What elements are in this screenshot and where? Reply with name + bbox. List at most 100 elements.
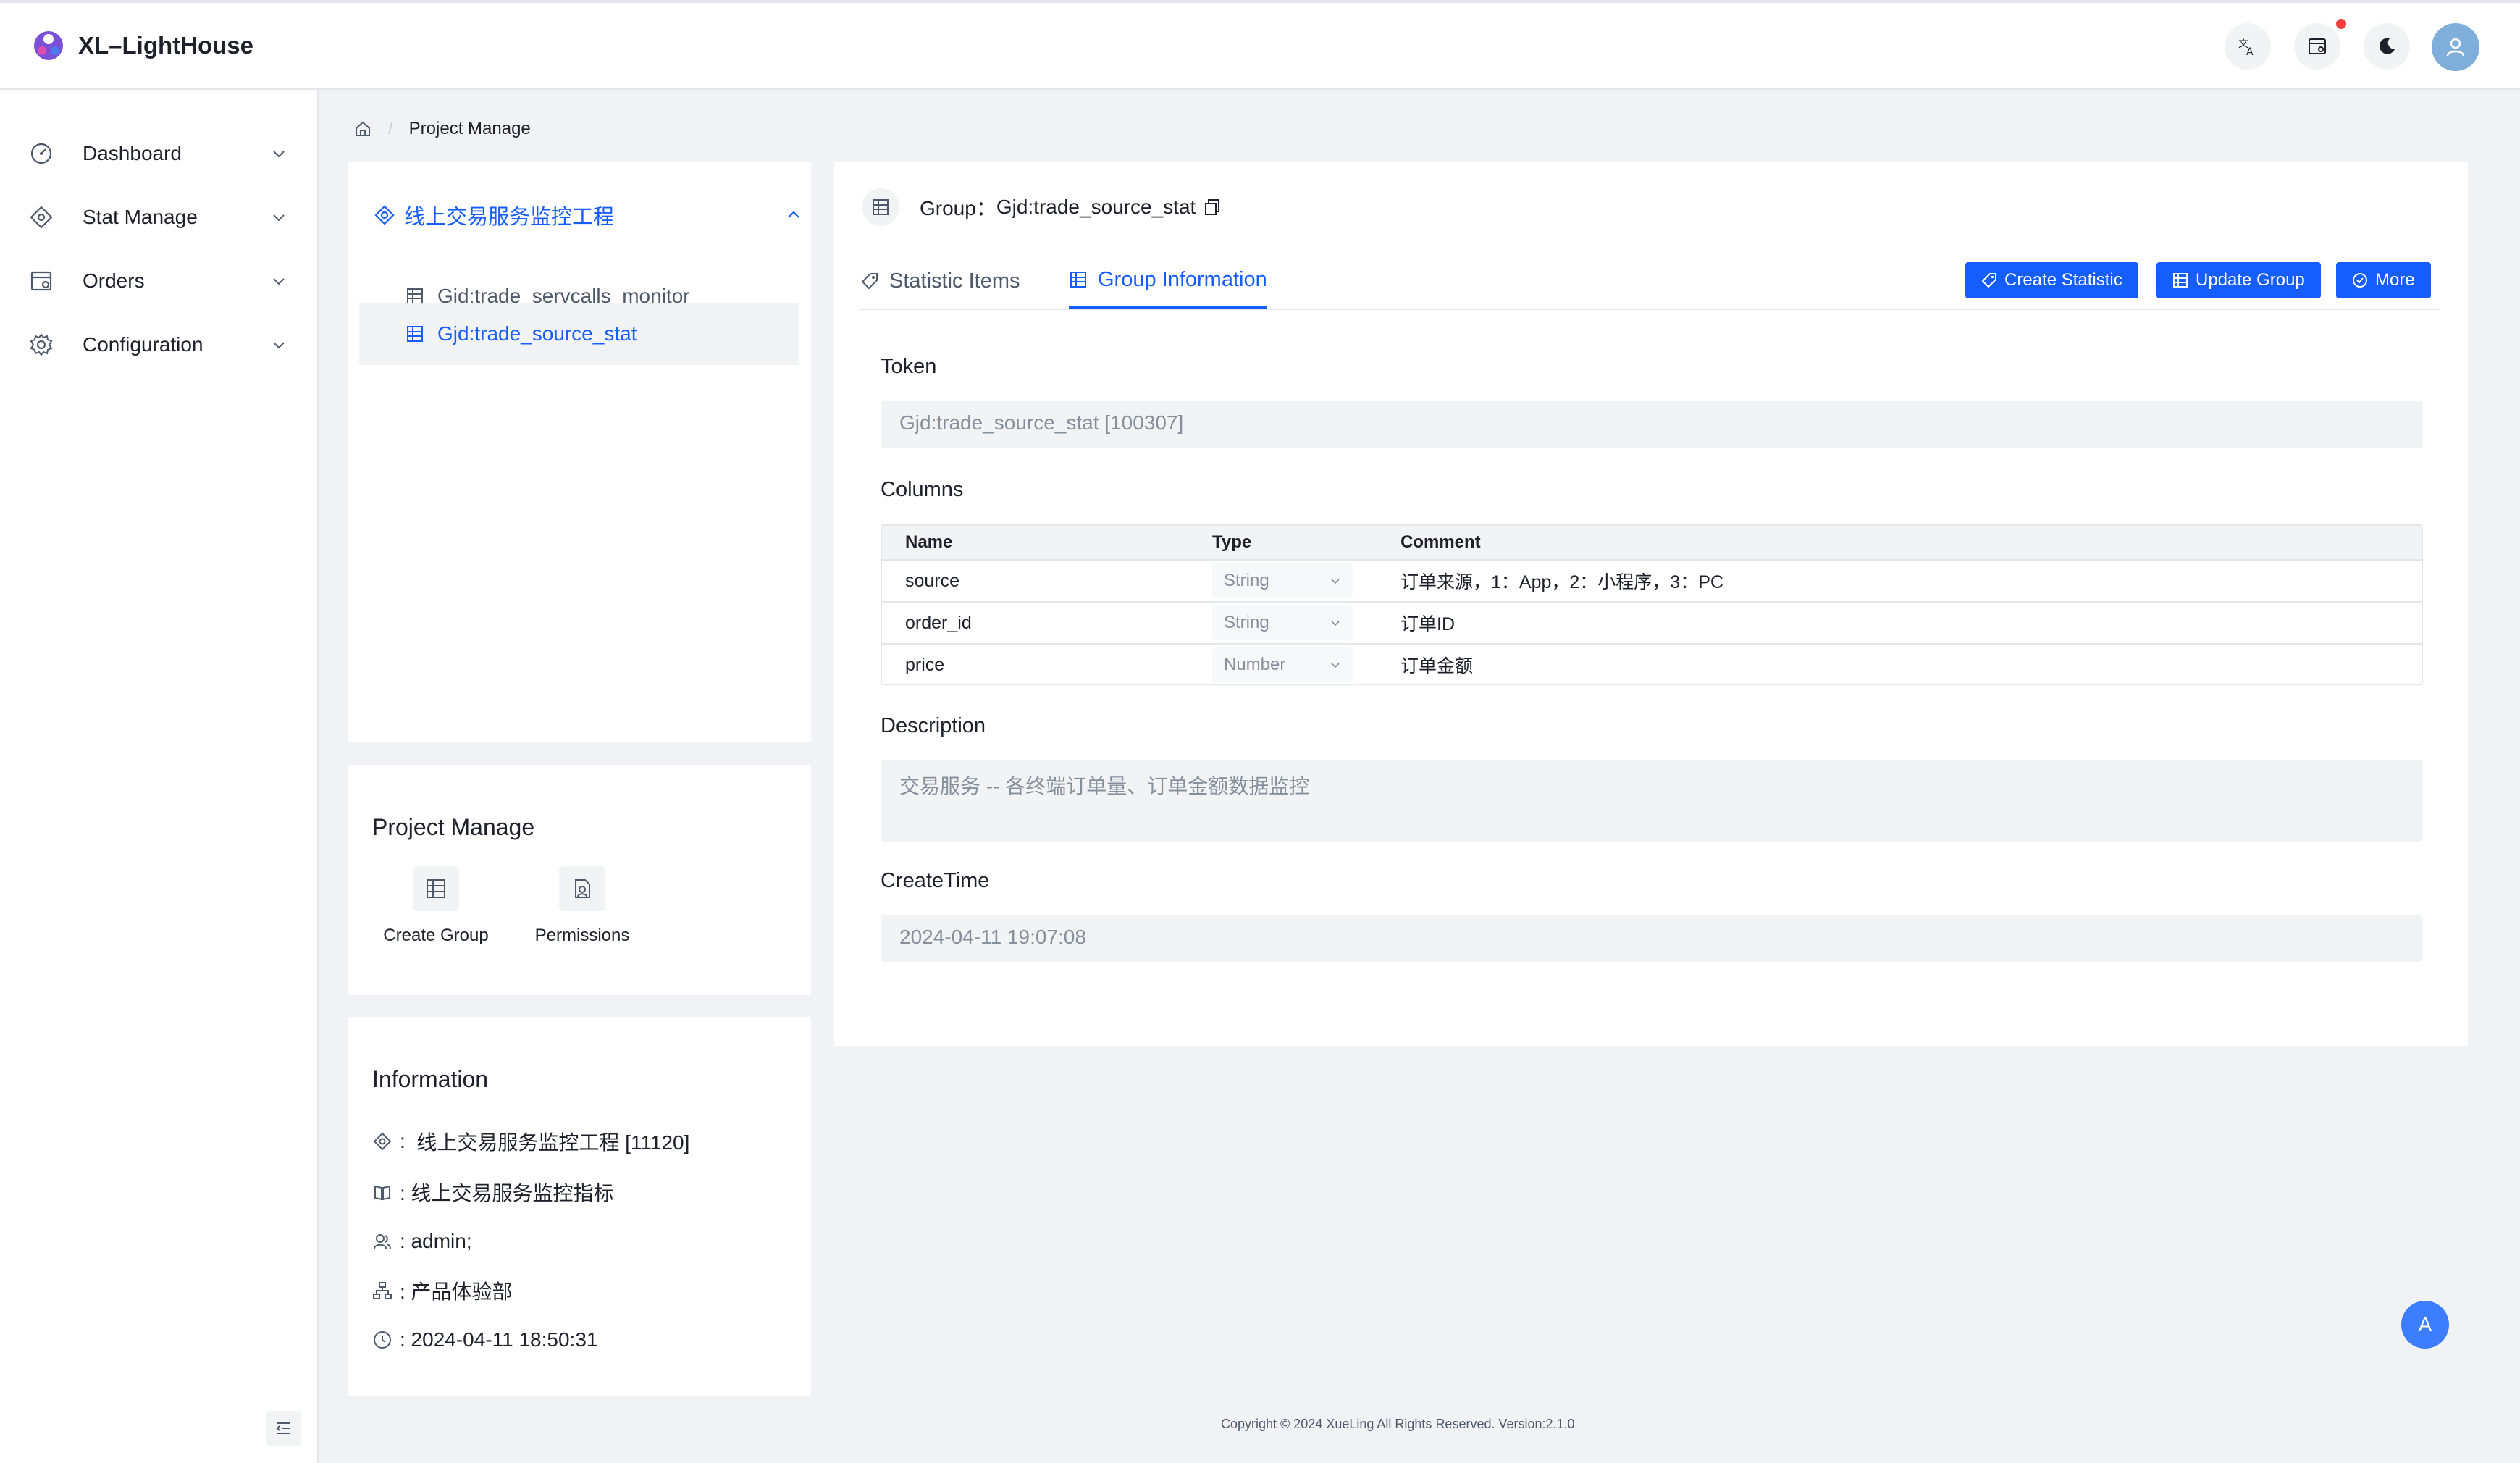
columns-table: Name Type Comment source String 订单来源，1：A…	[881, 524, 2423, 685]
column-type-select[interactable]: String	[1212, 563, 1353, 598]
table-icon	[407, 326, 423, 342]
org-chart-icon	[373, 1282, 392, 1299]
sidebar-item-stat-manage[interactable]: Stat Manage	[0, 188, 319, 246]
app-title: XL–LightHouse	[78, 32, 254, 59]
table-row: order_id String 订单ID	[882, 601, 2422, 643]
sidebar-item-configuration[interactable]: Configuration	[0, 316, 319, 374]
notification-icon	[2309, 38, 2326, 54]
table-icon	[1070, 272, 1086, 288]
create-statistic-label: Create Statistic	[2004, 270, 2122, 290]
project-manage-title: Project Manage	[372, 814, 535, 840]
tree-root-project[interactable]: 线上交易服务监控工程	[374, 183, 799, 248]
column-name: source	[905, 570, 960, 591]
group-detail-panel: Group： Gjd:trade_source_stat Statistic I…	[834, 162, 2468, 1046]
table-icon	[873, 199, 889, 215]
table-row: source String 订单来源，1：App，2：小程序，3：PC	[882, 559, 2422, 601]
column-type-select[interactable]: Number	[1212, 647, 1353, 682]
chevron-down-icon	[1331, 579, 1340, 584]
top-header: XL–LightHouse 文A	[0, 0, 2520, 90]
token-field[interactable]: Gjd:trade_source_stat [100307]	[881, 401, 2423, 448]
token-label: Token	[881, 355, 937, 378]
info-admins-row: : admin;	[372, 1227, 472, 1256]
translate-icon: 文A	[2238, 38, 2254, 58]
column-header-name: Name	[905, 532, 953, 552]
tag-icon	[1981, 273, 1996, 288]
home-icon[interactable]	[353, 120, 372, 138]
tree-item-label: Gjd:trade_source_stat	[437, 322, 637, 345]
sidebar-item-orders[interactable]: Orders	[0, 252, 319, 310]
stat-icon	[30, 206, 53, 229]
project-tree-panel: 线上交易服务监控工程 Gjd:trade_servcalls_monitor G…	[348, 162, 811, 742]
tab-statistic-items[interactable]: Statistic Items	[860, 253, 1020, 309]
orders-icon	[30, 271, 52, 291]
tab-label: Statistic Items	[889, 269, 1020, 293]
dashboard-icon	[30, 143, 52, 164]
breadcrumb: / Project Manage	[353, 119, 531, 139]
floating-action-button[interactable]: A	[2401, 1301, 2449, 1349]
column-comment: 订单来源，1：App，2：小程序，3：PC	[1400, 572, 1723, 592]
tree-item-group-selected[interactable]: Gjd:trade_source_stat	[359, 303, 799, 365]
description-field[interactable]: 交易服务 -- 各终端订单量、订单金额数据监控	[881, 760, 2423, 842]
chevron-down-icon	[273, 151, 285, 158]
createtime-label: CreateTime	[881, 869, 990, 892]
info-admins: : admin;	[400, 1230, 472, 1252]
project-manage-panel: Project Manage Create Group Permissions	[348, 765, 811, 995]
column-type-value: String	[1224, 571, 1269, 590]
table-header	[882, 526, 2422, 559]
create-group-icon-box	[413, 866, 459, 911]
column-comment: 订单ID	[1400, 614, 1456, 634]
chevron-down-icon	[1331, 663, 1340, 668]
chevron-down-icon	[273, 342, 285, 349]
createtime-field[interactable]: 2024-04-11 19:07:08	[881, 915, 2423, 962]
table-icon	[427, 879, 445, 898]
columns-label: Columns	[881, 478, 964, 501]
breadcrumb-separator: /	[388, 119, 393, 138]
copy-icon[interactable]	[1203, 198, 1222, 217]
project-icon	[374, 205, 395, 225]
table-row: price Number 订单金额	[882, 643, 2422, 685]
chevron-down-icon	[273, 214, 285, 222]
language-button[interactable]: 文A	[2225, 23, 2271, 70]
collapse-sidebar-button[interactable]	[266, 1411, 301, 1446]
users-icon	[374, 1234, 391, 1249]
tab-group-information[interactable]: Group Information	[1069, 253, 1267, 309]
sidebar-item-label: Configuration	[83, 333, 203, 356]
more-label: More	[2375, 270, 2415, 290]
group-icon-box	[862, 188, 899, 226]
info-project-row: : 线上交易服务监控工程 [11120]	[372, 1127, 689, 1156]
app-logo-icon	[34, 31, 63, 60]
info-project: 线上交易服务监控工程 [11120]	[416, 1131, 690, 1154]
column-comment: 订单金额	[1400, 656, 1474, 676]
notification-button[interactable]	[2294, 23, 2340, 70]
permissions-label: Permissions	[534, 926, 630, 945]
more-button[interactable]: More	[2336, 262, 2431, 298]
column-header-type: Type	[1212, 532, 1252, 552]
sidebar-item-dashboard[interactable]: Dashboard	[0, 125, 319, 183]
clock-icon	[374, 1331, 391, 1349]
info-department-row: : 产品体验部	[372, 1276, 513, 1305]
group-prefix: Group：	[920, 197, 996, 219]
user-avatar[interactable]	[2432, 23, 2479, 71]
theme-toggle-button[interactable]	[2364, 23, 2410, 70]
information-title: Information	[372, 1066, 489, 1092]
column-name: order_id	[905, 612, 972, 633]
info-department: : 产品体验部	[400, 1280, 513, 1303]
create-group-button[interactable]: Create Group	[371, 866, 501, 946]
info-colon: :	[400, 1130, 417, 1152]
info-created-row: : 2024-04-11 18:50:31	[372, 1325, 597, 1354]
column-type-select[interactable]: String	[1212, 605, 1353, 640]
column-name: price	[905, 654, 945, 675]
svg-text:A: A	[2246, 46, 2254, 58]
moon-icon	[2379, 38, 2395, 54]
create-statistic-button[interactable]: Create Statistic	[1965, 262, 2138, 298]
sidebar-item-label: Dashboard	[83, 142, 182, 164]
chevron-up-icon[interactable]	[784, 205, 804, 225]
check-circle-icon	[2353, 273, 2367, 288]
breadcrumb-current: Project Manage	[408, 119, 531, 138]
book-icon	[374, 1185, 390, 1201]
description-label: Description	[881, 714, 986, 737]
update-group-button[interactable]: Update Group	[2156, 262, 2321, 298]
sidebar-item-label: Stat Manage	[83, 206, 198, 228]
info-created: : 2024-04-11 18:50:31	[400, 1328, 598, 1351]
permissions-button[interactable]: Permissions	[517, 866, 647, 946]
